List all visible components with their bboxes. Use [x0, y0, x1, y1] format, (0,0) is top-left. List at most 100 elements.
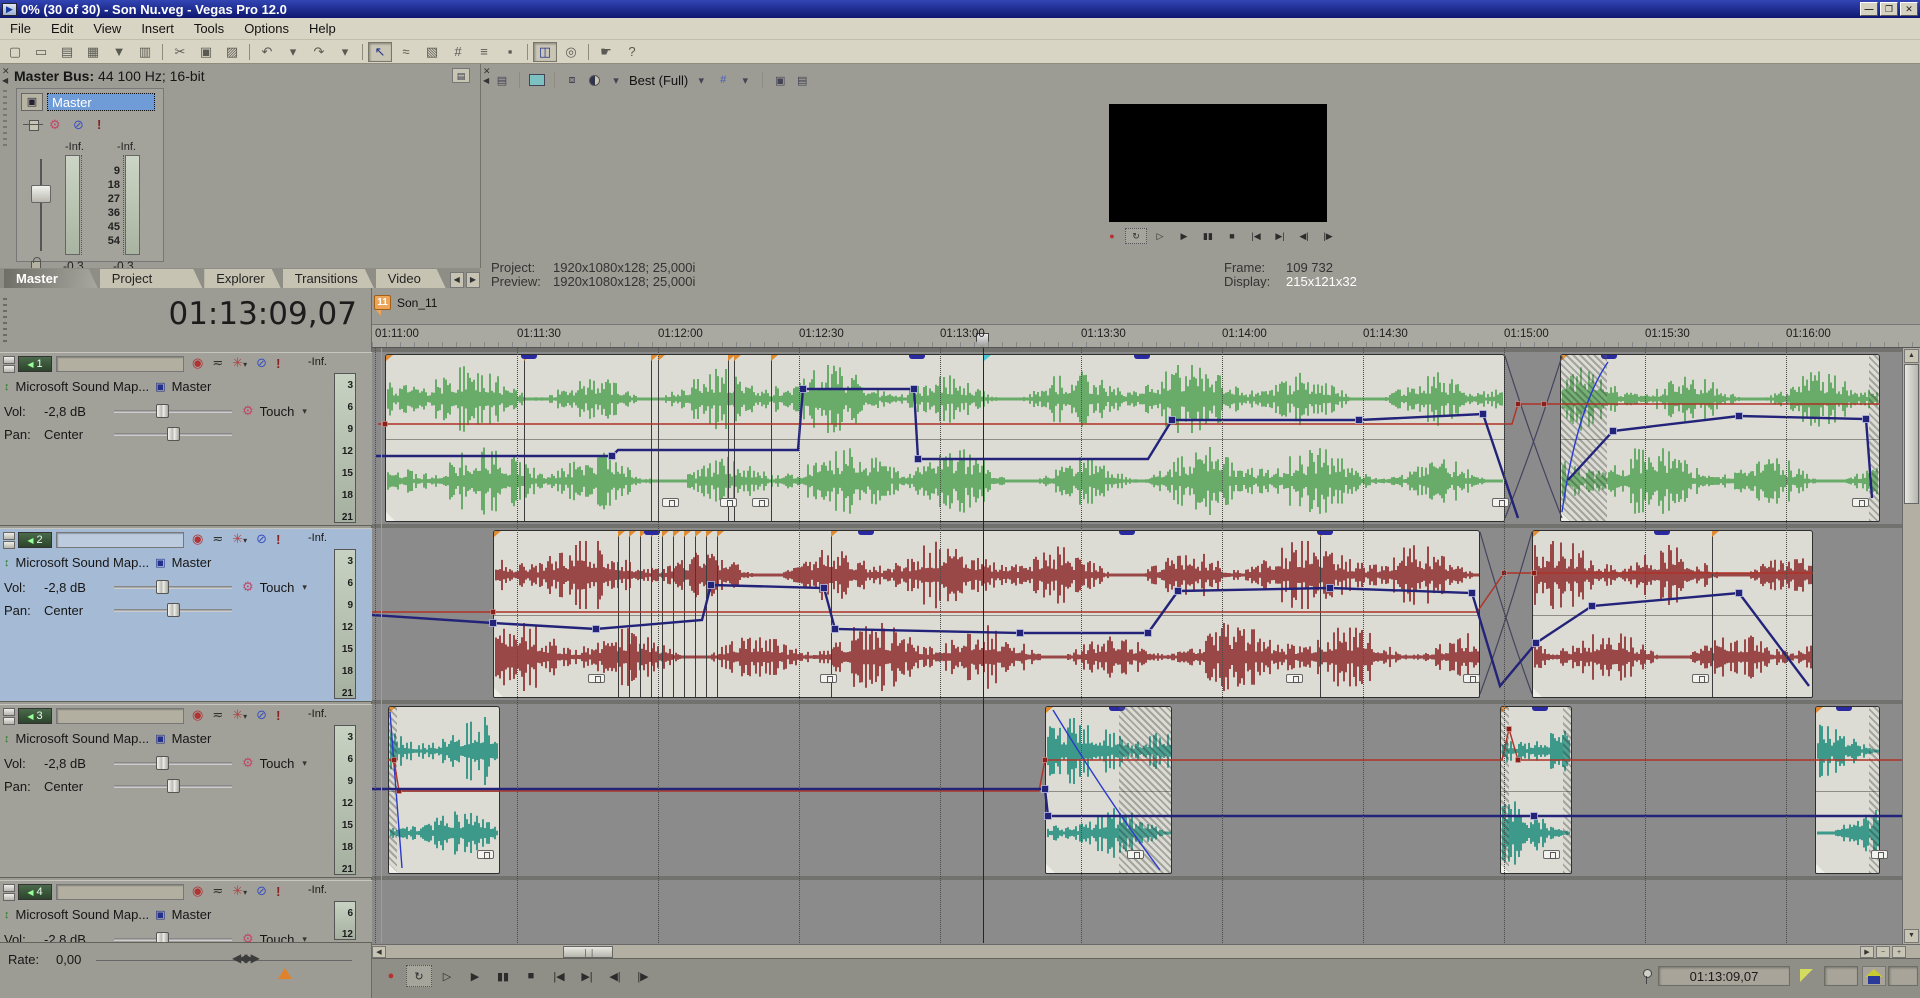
track-header[interactable]: ◀2 ◉ ≂ ✳▾ ⊘ ! -Inf. 36912151821 ↕ Micros…	[0, 528, 372, 702]
master-automation-gear-icon[interactable]: ⚙	[49, 117, 61, 133]
audio-event[interactable]	[493, 530, 1480, 698]
track-envelope-button[interactable]: ≂	[212, 531, 223, 547]
preview-play-button[interactable]: ▶	[1173, 228, 1195, 244]
record-arm-button[interactable]: ◉	[192, 707, 203, 723]
record-button[interactable]: ●	[378, 965, 404, 987]
event-fx-button[interactable]	[820, 674, 837, 683]
panel-grip[interactable]	[3, 90, 7, 150]
volume-slider[interactable]	[114, 762, 232, 765]
master-name-field[interactable]: Master	[47, 93, 155, 111]
event-fx-button[interactable]	[1871, 850, 1888, 859]
menu-insert[interactable]: Insert	[131, 19, 184, 38]
automation-gear-icon[interactable]: ⚙	[242, 579, 254, 595]
volume-slider[interactable]	[114, 938, 232, 941]
master-mute-icon[interactable]: ⊘	[73, 117, 84, 133]
rate-value[interactable]: 0,00	[56, 952, 81, 967]
audio-event[interactable]	[1560, 354, 1880, 522]
automation-gear-icon[interactable]: ⚙	[242, 755, 254, 771]
minimize-button[interactable]: —	[1860, 2, 1878, 16]
bus-icon[interactable]: ▣	[155, 556, 165, 569]
track-lane-4[interactable]	[372, 880, 1920, 943]
event-fx-button[interactable]	[1286, 674, 1303, 683]
insert-fx-icon[interactable]	[23, 120, 43, 130]
preview-color-icon[interactable]	[585, 72, 603, 88]
automation-gear-icon[interactable]: ⚙	[242, 931, 254, 943]
event-fx-button[interactable]	[1852, 498, 1869, 507]
pause-button[interactable]: ▮▮	[490, 965, 516, 987]
track-minimize-button[interactable]	[3, 532, 15, 540]
event-fx-button[interactable]	[662, 498, 679, 507]
panel-grip[interactable]	[3, 298, 7, 344]
video-output-fx-icon[interactable]: ⧈	[563, 72, 581, 88]
preview-quality-label[interactable]: Best (Full)	[629, 73, 688, 88]
menu-edit[interactable]: Edit	[41, 19, 83, 38]
track-lane-3[interactable]	[372, 704, 1920, 876]
pan-value[interactable]: Center	[44, 603, 114, 618]
redo-icon[interactable]: ↷	[307, 42, 331, 62]
device-label[interactable]: Microsoft Sound Map...	[16, 555, 150, 570]
event-fx-button[interactable]	[1127, 850, 1144, 859]
track-restore-button[interactable]	[3, 541, 15, 549]
preview-loop-playback-button[interactable]: ↻	[1125, 228, 1147, 244]
event-fx-button[interactable]	[588, 674, 605, 683]
collapse-panel-icon[interactable]: ◀	[483, 76, 489, 85]
save-icon[interactable]: ▤	[55, 42, 79, 62]
menu-options[interactable]: Options	[234, 19, 299, 38]
pan-slider[interactable]	[114, 433, 232, 436]
solo-button[interactable]: !	[276, 884, 280, 899]
volume-slider[interactable]	[114, 586, 232, 589]
record-arm-button[interactable]: ◉	[192, 883, 203, 899]
track-header[interactable]: ◀3 ◉ ≂ ✳▾ ⊘ ! -Inf. 36912151821 ↕ Micros…	[0, 704, 372, 878]
track-restore-button[interactable]	[3, 365, 15, 373]
solo-button[interactable]: !	[276, 356, 280, 371]
mute-button[interactable]: ⊘	[256, 883, 267, 899]
normal-edit-tool-icon[interactable]: ↖	[368, 42, 392, 62]
track-envelope-button[interactable]: ≂	[212, 707, 223, 723]
audio-event[interactable]	[388, 706, 500, 874]
mute-button[interactable]: ⊘	[256, 355, 267, 371]
volume-value[interactable]: -2,8 dB	[44, 404, 114, 419]
vertical-scrollbar[interactable]: ▲ ▼	[1902, 348, 1920, 944]
pan-slider[interactable]	[114, 785, 232, 788]
track-minimize-button[interactable]	[3, 884, 15, 892]
event-fx-button[interactable]	[1543, 850, 1560, 859]
loop-playback-button[interactable]: ↻	[406, 965, 432, 987]
event-tool-icon[interactable]: ◫	[533, 42, 557, 62]
track-name-input[interactable]	[56, 708, 184, 724]
bus-icon[interactable]: ▣	[155, 732, 165, 745]
audio-event[interactable]	[1045, 706, 1172, 874]
menu-help[interactable]: Help	[299, 19, 346, 38]
volume-value[interactable]: -2.8 dB	[44, 932, 114, 944]
prev-frame-button[interactable]: ◀|	[602, 965, 628, 987]
track-fx-button[interactable]: ✳▾	[232, 531, 247, 547]
scroll-down-arrow[interactable]: ▼	[1904, 929, 1919, 943]
pan-slider[interactable]	[114, 609, 232, 612]
track-lane-1[interactable]	[372, 352, 1920, 524]
overlay-dropdown-icon[interactable]: ▾	[736, 72, 754, 88]
audio-event[interactable]	[385, 354, 1505, 522]
tab-video-f[interactable]: Video F	[376, 269, 446, 288]
tab-project-media[interactable]: Project Media	[100, 269, 203, 288]
track-name-input[interactable]	[56, 884, 184, 900]
zoom-out-button[interactable]: −	[1876, 946, 1890, 958]
close-button[interactable]: ✕	[1900, 2, 1918, 16]
master-fader[interactable]	[31, 159, 51, 251]
dim-output-icon[interactable]: !	[97, 117, 101, 132]
automation-dropdown-icon[interactable]: ▾	[302, 406, 307, 417]
track-restore-button[interactable]	[3, 893, 15, 901]
rate-slider-thumb[interactable]: ◀◀▶▶	[232, 951, 257, 965]
tab-scroll-right-icon[interactable]: ▶	[466, 272, 480, 288]
marker-tag[interactable]: 11	[374, 295, 391, 310]
device-label[interactable]: Microsoft Sound Map...	[16, 731, 150, 746]
automation-mode[interactable]: Touch	[260, 404, 295, 419]
pan-value[interactable]: Center	[44, 779, 114, 794]
volume-value[interactable]: -2,8 dB	[44, 580, 114, 595]
undo-dropdown-icon[interactable]: ▾	[281, 42, 305, 62]
vertical-scroll-thumb[interactable]	[1904, 364, 1919, 504]
track-fx-button[interactable]: ✳▾	[232, 355, 247, 371]
tab-master-bus[interactable]: Master Bus	[4, 269, 98, 288]
mute-button[interactable]: ⊘	[256, 707, 267, 723]
preview-menu-icon[interactable]: ▤	[493, 72, 511, 88]
redo-dropdown-icon[interactable]: ▾	[333, 42, 357, 62]
home-icon[interactable]	[1862, 966, 1886, 986]
